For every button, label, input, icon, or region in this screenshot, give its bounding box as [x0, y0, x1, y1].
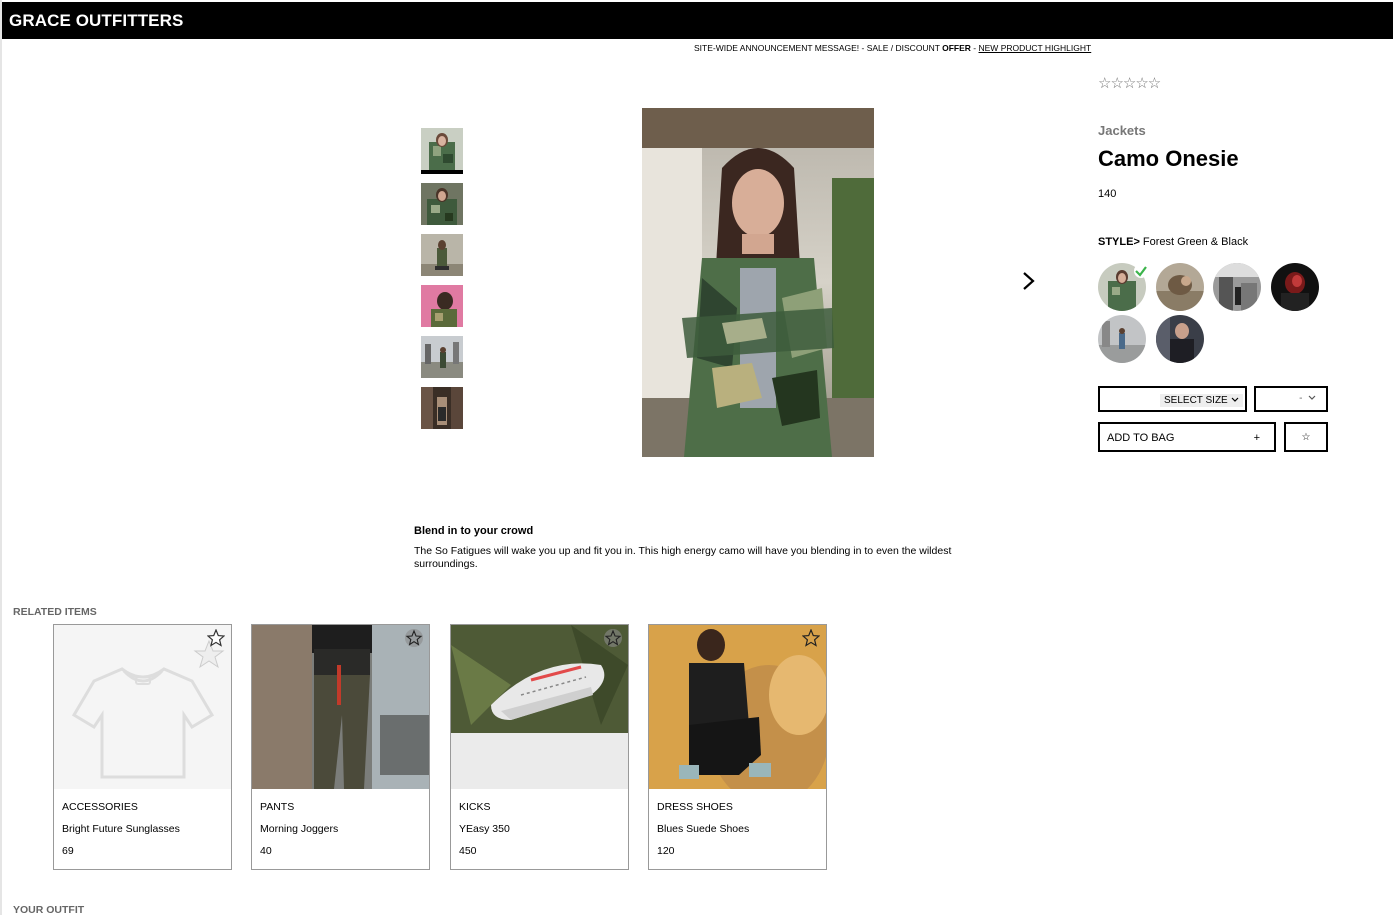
related-item-image	[252, 625, 429, 789]
style-label: STYLE>	[1098, 236, 1140, 248]
announcement-banner: SITE-WIDE ANNOUNCEMENT MESSAGE! - SALE /…	[694, 43, 1091, 53]
related-item-name: Blues Suede Shoes	[657, 823, 750, 835]
style-swatch-4[interactable]	[1271, 263, 1319, 311]
product-title: Camo Onesie	[1098, 146, 1239, 171]
star-outline-icon[interactable]	[802, 629, 820, 647]
thumbnail-5[interactable]	[421, 336, 463, 378]
favorite-button[interactable]: ☆	[1284, 422, 1328, 452]
product-price: 140	[1098, 188, 1117, 200]
related-item-category: PANTS	[260, 801, 295, 813]
t-shirt-icon	[71, 639, 225, 779]
brand-logo[interactable]: GRACE OUTFITTERS	[9, 11, 183, 31]
related-item-image-placeholder	[54, 625, 231, 789]
related-item-price: 69	[62, 845, 74, 857]
related-item-name: Morning Joggers	[260, 823, 339, 835]
product-category: Jackets	[1098, 123, 1146, 138]
related-item-image	[649, 625, 826, 789]
description-body: The So Fatigues will wake you up and fit…	[414, 545, 952, 570]
style-swatch-6[interactable]	[1156, 315, 1204, 363]
thumbnail-list	[421, 128, 463, 438]
star-outline-icon[interactable]	[207, 629, 225, 647]
related-item-card-4[interactable]: DRESS SHOES Blues Suede Shoes 120	[648, 624, 827, 870]
plus-icon: +	[1253, 432, 1260, 444]
quantity-value: -	[1299, 393, 1303, 404]
announcement-separator: -	[970, 43, 979, 53]
related-item-category: ACCESSORIES	[62, 801, 138, 813]
related-item-card-3[interactable]: KICKS YEasy 350 450	[450, 624, 629, 870]
related-item-price: 450	[459, 845, 477, 857]
thumbnail-1[interactable]	[421, 128, 463, 174]
announcement-text: SITE-WIDE ANNOUNCEMENT MESSAGE! - SALE /…	[694, 43, 943, 53]
style-swatch-3[interactable]	[1213, 263, 1261, 311]
announcement-link[interactable]: NEW PRODUCT HIGHLIGHT	[979, 43, 1092, 53]
related-item-image	[451, 625, 628, 789]
add-to-bag-label: ADD TO BAG	[1107, 432, 1175, 444]
star-outline-icon[interactable]	[604, 629, 622, 647]
related-item-category: KICKS	[459, 801, 491, 813]
rating-stars[interactable]: ☆☆☆☆☆	[1098, 74, 1161, 92]
related-item-name: Bright Future Sunglasses	[62, 823, 180, 835]
thumbnail-4[interactable]	[421, 285, 463, 327]
star-outline-icon[interactable]	[405, 629, 423, 647]
related-item-name: YEasy 350	[459, 823, 510, 835]
check-circle-icon	[1134, 264, 1148, 278]
size-select-value: SELECT SIZE	[1164, 395, 1228, 406]
size-select-label: SELECT SIZE	[1160, 394, 1243, 407]
chevron-down-icon	[1231, 397, 1238, 403]
your-outfit-heading: YOUR OUTFIT	[13, 904, 85, 916]
description-title: Blend in to your crowd	[414, 525, 534, 537]
size-select[interactable]: SELECT SIZE	[1098, 386, 1247, 412]
related-item-price: 120	[657, 845, 675, 857]
style-swatch-2[interactable]	[1156, 263, 1204, 311]
chevron-right-icon[interactable]	[1018, 270, 1038, 292]
chevron-down-icon	[1308, 395, 1316, 401]
style-selector-label: STYLE> Forest Green & Black	[1098, 236, 1248, 248]
announcement-offer: OFFER	[942, 43, 971, 53]
add-to-bag-button[interactable]: ADD TO BAG +	[1098, 422, 1276, 452]
main-product-image[interactable]	[642, 108, 874, 457]
style-value: Forest Green & Black	[1139, 236, 1249, 248]
thumbnail-6[interactable]	[421, 387, 463, 429]
quantity-select-label: -	[1299, 393, 1316, 404]
related-items-heading: RELATED ITEMS	[13, 606, 97, 618]
related-item-category: DRESS SHOES	[657, 801, 733, 813]
thumbnail-2[interactable]	[421, 183, 463, 225]
style-swatch-5[interactable]	[1098, 315, 1146, 363]
site-header: GRACE OUTFITTERS	[2, 2, 1393, 39]
thumbnail-3[interactable]	[421, 234, 463, 276]
related-item-card-1[interactable]: ACCESSORIES Bright Future Sunglasses 69	[53, 624, 232, 870]
related-item-price: 40	[260, 845, 272, 857]
quantity-select[interactable]: -	[1254, 386, 1328, 412]
related-item-card-2[interactable]: PANTS Morning Joggers 40	[251, 624, 430, 870]
